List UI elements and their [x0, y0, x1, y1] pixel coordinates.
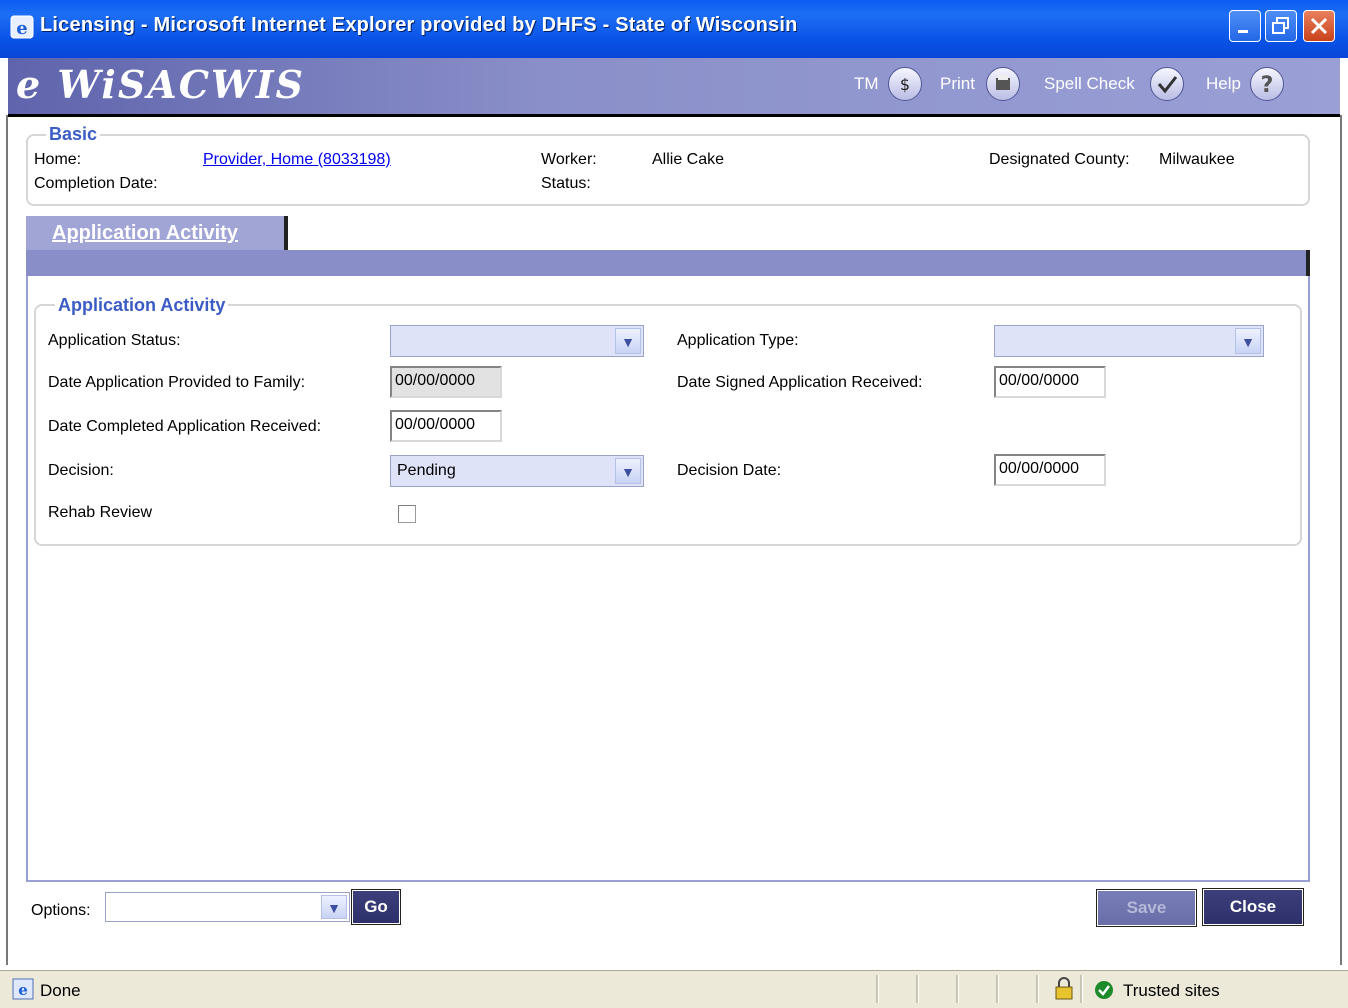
close-button[interactable]: Close [1202, 888, 1304, 926]
help-label[interactable]: Help [1206, 74, 1241, 94]
spell-check-label[interactable]: Spell Check [1044, 74, 1135, 94]
chevron-down-icon[interactable]: ▼ [321, 895, 347, 919]
minimize-icon [1238, 30, 1248, 33]
date-provided-value: 00/00/0000 [395, 372, 476, 389]
basic-panel [26, 134, 1310, 206]
help-icon[interactable]: ? [1250, 67, 1284, 101]
status-separator [956, 975, 959, 1003]
date-completed-value: 00/00/0000 [395, 416, 476, 433]
decision-date-value: 00/00/0000 [999, 460, 1080, 477]
print-label[interactable]: Print [940, 74, 975, 94]
application-type-label: Application Type: [677, 332, 799, 349]
rehab-review-checkbox[interactable] [398, 505, 416, 523]
restore-button[interactable] [1265, 10, 1297, 42]
status-separator [876, 975, 879, 1003]
tab-strip [26, 250, 1310, 276]
lock-icon [1055, 977, 1073, 1000]
tab-shadow [284, 216, 288, 252]
date-provided-label: Date Application Provided to Family: [48, 374, 306, 391]
status-label: Status: [541, 175, 591, 192]
date-completed-label: Date Completed Application Received: [48, 418, 322, 435]
print-icon[interactable] [986, 67, 1020, 101]
date-signed-value: 00/00/0000 [999, 372, 1080, 389]
internet-explorer-icon: e [10, 15, 34, 39]
home-label: Home: [34, 151, 82, 168]
options-label: Options: [31, 902, 91, 919]
decision-date-label: Decision Date: [677, 462, 782, 479]
close-window-button[interactable] [1303, 10, 1335, 42]
svg-text:e: e [16, 18, 27, 39]
worker-value: Allie Cake [652, 151, 725, 168]
worker-label: Worker: [541, 151, 597, 168]
date-completed-field[interactable]: 00/00/0000 [390, 410, 502, 442]
security-zone-text: Trusted sites [1123, 981, 1220, 1000]
status-text: Done [40, 981, 81, 1000]
tab-application-activity-label: Application Activity [52, 222, 238, 245]
tab-label-text: Application Activity [52, 222, 238, 244]
date-provided-field: 00/00/0000 [390, 366, 502, 398]
decision-date-field[interactable]: 00/00/0000 [994, 454, 1106, 486]
designated-county-label: Designated County: [989, 151, 1130, 168]
decision-value: Pending [397, 462, 456, 479]
date-signed-label: Date Signed Application Received: [677, 374, 923, 391]
rehab-review-label: Rehab Review [48, 504, 153, 521]
tm-label[interactable]: TM [854, 74, 879, 94]
tm-icon[interactable]: $ [888, 67, 922, 101]
application-type-select[interactable]: ▼ [994, 325, 1264, 357]
application-activity-legend: Application Activity [55, 295, 229, 316]
home-link[interactable]: Provider, Home (8033198) [203, 151, 391, 169]
save-button[interactable]: Save [1096, 889, 1197, 927]
window-title: Licensing - Microsoft Internet Explorer … [40, 14, 798, 36]
minimize-button[interactable] [1229, 10, 1261, 42]
status-separator [1080, 975, 1083, 1003]
basic-legend: Basic [46, 124, 101, 145]
svg-text:e: e [18, 981, 28, 999]
completion-date-label: Completion Date: [34, 175, 158, 192]
tab-strip-edge [1306, 250, 1310, 276]
decision-label: Decision: [48, 462, 114, 479]
chevron-down-icon[interactable]: ▼ [615, 328, 641, 354]
app-logo: e WiSACWIS [16, 62, 305, 107]
chevron-down-icon[interactable]: ▼ [1235, 328, 1261, 354]
close-icon [1310, 17, 1328, 35]
status-separator [916, 975, 919, 1003]
checkmark-icon [1095, 981, 1113, 999]
restore-icon [1272, 17, 1289, 34]
designated-county-value: Milwaukee [1159, 151, 1235, 168]
status-separator [996, 975, 999, 1003]
svg-text:$: $ [900, 75, 910, 94]
window-left-border [6, 115, 8, 965]
status-separator [1036, 975, 1039, 1003]
svg-text:?: ? [1261, 73, 1274, 98]
go-button[interactable]: Go [351, 889, 401, 925]
date-signed-field[interactable]: 00/00/0000 [994, 366, 1106, 398]
options-select[interactable]: ▼ [105, 892, 350, 922]
decision-select[interactable]: Pending ▼ [390, 455, 644, 487]
spell-check-icon[interactable] [1150, 67, 1184, 101]
application-status-label: Application Status: [48, 332, 181, 349]
page-icon: e [12, 978, 34, 1000]
chevron-down-icon[interactable]: ▼ [615, 458, 641, 484]
application-status-select[interactable]: ▼ [390, 325, 644, 357]
window-right-border [1340, 115, 1342, 965]
